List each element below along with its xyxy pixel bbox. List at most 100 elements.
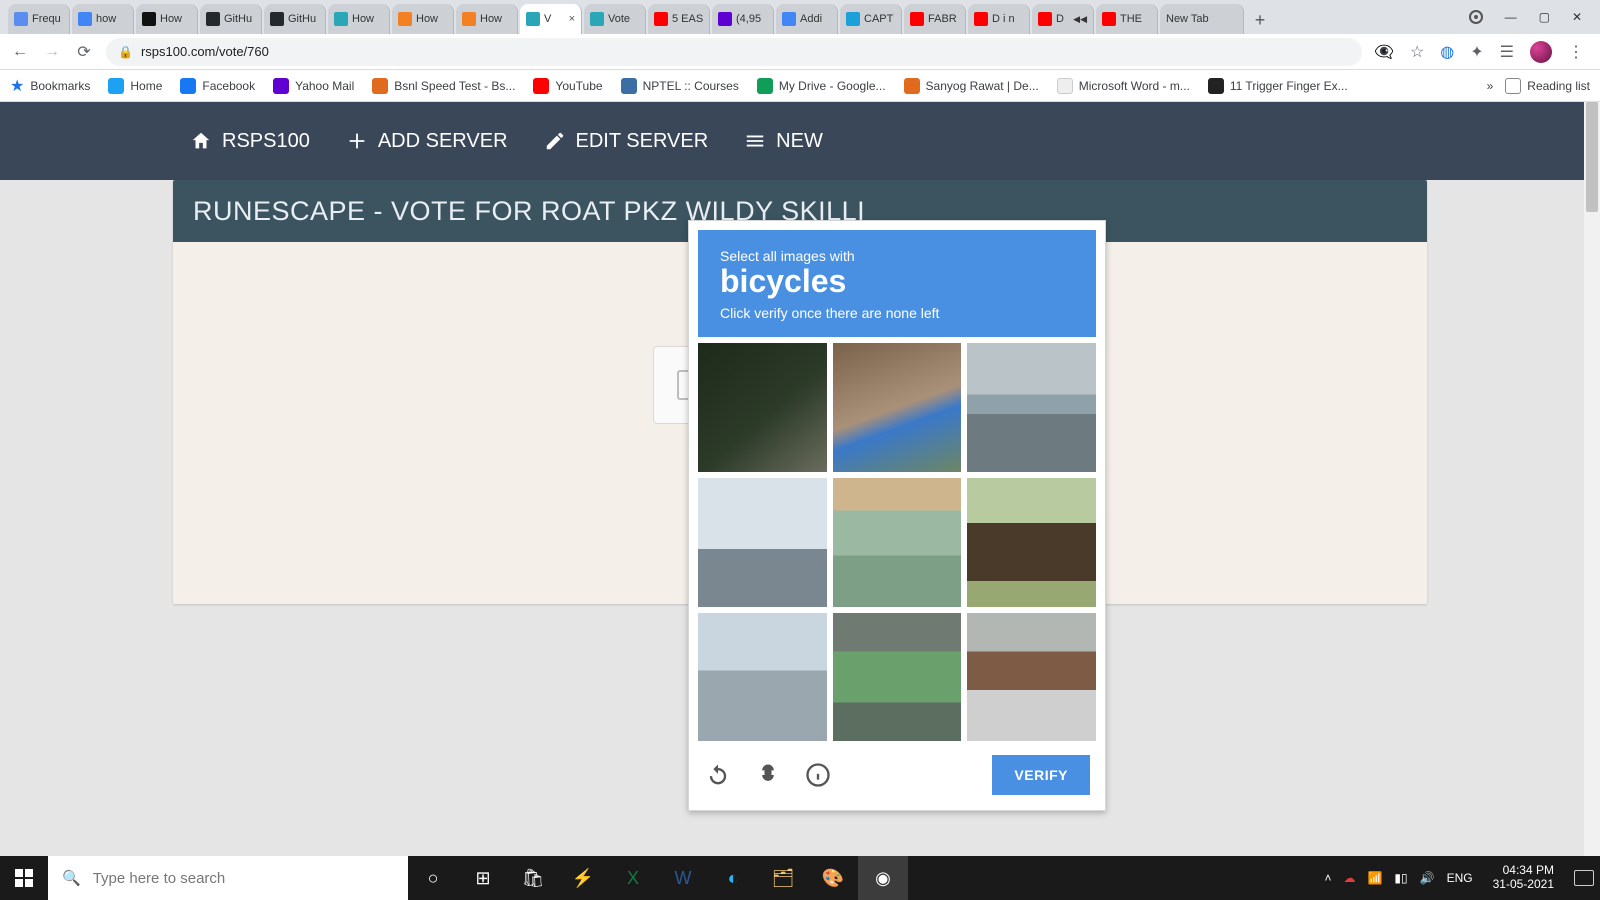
browser-titlebar: Frequ how How GitHu GitHu How How How V×… [0, 0, 1600, 34]
star-bookmark-icon[interactable]: ☆ [1410, 42, 1424, 62]
paint-icon[interactable]: 🎨 [808, 856, 858, 900]
battery-icon[interactable]: ▮▯ [1394, 871, 1407, 885]
bookmarks-overflow-icon[interactable]: » [1487, 79, 1494, 93]
captcha-tile[interactable] [967, 343, 1096, 472]
reading-list-icon [1505, 78, 1521, 94]
onedrive-icon[interactable]: ☁ [1343, 871, 1355, 885]
chrome-icon[interactable]: ◉ [858, 856, 908, 900]
captcha-tile[interactable] [698, 613, 827, 742]
new-tab-button[interactable]: + [1246, 6, 1274, 34]
action-center-icon[interactable] [1574, 870, 1594, 886]
bookmarks-folder[interactable]: ★Bookmarks [10, 76, 90, 96]
audio-icon[interactable] [754, 761, 782, 789]
reading-list-toggle-icon[interactable]: ☰ [1500, 42, 1514, 62]
tab-active[interactable]: V× [520, 4, 582, 34]
tab[interactable]: CAPT [840, 4, 902, 34]
captcha-footer: VERIFY [698, 741, 1096, 801]
chrome-menu-icon[interactable]: ⋮ [1568, 42, 1584, 62]
reload-button[interactable]: ⟳ [74, 42, 94, 62]
tab[interactable]: Vote [584, 4, 646, 34]
tab[interactable]: GitHu [200, 4, 262, 34]
bookmark-item[interactable]: Microsoft Word - m... [1057, 78, 1190, 94]
tab[interactable]: How [456, 4, 518, 34]
bookmark-item[interactable]: Home [108, 78, 162, 94]
window-controls: — ▢ ✕ [1451, 0, 1600, 34]
nav-news[interactable]: NEW [744, 130, 823, 153]
window-close-icon[interactable]: ✕ [1572, 10, 1582, 24]
captcha-tile[interactable] [833, 478, 962, 607]
cortana-icon[interactable]: ○ [408, 856, 458, 900]
nav-home[interactable]: RSPS100 [190, 130, 310, 153]
taskbar-search[interactable]: 🔍 Type here to search [48, 856, 408, 900]
tab[interactable]: New Tab [1160, 4, 1244, 34]
tab[interactable]: THE [1096, 4, 1158, 34]
reading-list-button[interactable]: Reading list [1505, 78, 1590, 94]
tab[interactable]: GitHu [264, 4, 326, 34]
tray-chevron-icon[interactable]: ˄ [1324, 871, 1331, 885]
captcha-tile[interactable] [833, 343, 962, 472]
tab[interactable]: D i n [968, 4, 1030, 34]
bookmark-label: Yahoo Mail [295, 79, 354, 93]
tab[interactable]: (4,95 [712, 4, 774, 34]
cast-icon[interactable] [1469, 10, 1483, 24]
volume-icon[interactable]: 🔊 [1420, 871, 1435, 885]
forward-button[interactable]: → [42, 42, 62, 62]
bookmark-item[interactable]: My Drive - Google... [757, 78, 886, 94]
tab[interactable]: how [72, 4, 134, 34]
captcha-tile[interactable] [833, 613, 962, 742]
language-indicator[interactable]: ENG [1447, 871, 1473, 885]
account-icon[interactable]: ◍ [1440, 42, 1454, 62]
taskbar-clock[interactable]: 04:34 PM 31-05-2021 [1485, 864, 1562, 892]
info-icon[interactable] [804, 761, 832, 789]
bookmark-item[interactable]: 11 Trigger Finger Ex... [1208, 78, 1348, 94]
wifi-icon[interactable]: 📶 [1367, 871, 1382, 885]
profile-avatar[interactable] [1530, 41, 1552, 63]
word-icon[interactable]: W [658, 856, 708, 900]
edge-icon[interactable]: ◐ [708, 856, 758, 900]
address-bar[interactable]: 🔒 rsps100.com/vote/760 [106, 38, 1362, 66]
extensions-icon[interactable]: ✦ [1470, 42, 1483, 62]
tab-favicon [1102, 12, 1116, 26]
captcha-tile[interactable] [698, 478, 827, 607]
star-icon: ★ [10, 76, 24, 96]
nav-add-server[interactable]: ADD SERVER [346, 130, 508, 153]
nav-edit-server[interactable]: EDIT SERVER [544, 130, 709, 153]
captcha-tile[interactable] [967, 613, 1096, 742]
excel-icon[interactable]: X [608, 856, 658, 900]
tab[interactable]: 5 EAS [648, 4, 710, 34]
start-button[interactable] [0, 856, 48, 900]
vertical-scrollbar[interactable] [1584, 102, 1600, 856]
tab[interactable]: Addi [776, 4, 838, 34]
tab[interactable]: D◀◀ [1032, 4, 1094, 34]
tab[interactable]: Frequ [8, 4, 70, 34]
tab-close-icon[interactable]: × [569, 13, 575, 25]
bookmark-item[interactable]: Facebook [180, 78, 255, 94]
scrollbar-thumb[interactable] [1586, 102, 1598, 212]
window-maximize-icon[interactable]: ▢ [1539, 10, 1550, 24]
tab[interactable]: FABR [904, 4, 966, 34]
bookmark-label: Microsoft Word - m... [1079, 79, 1190, 93]
microsoft-store-icon[interactable]: 🛍 [508, 856, 558, 900]
captcha-tile[interactable] [698, 343, 827, 472]
window-minimize-icon[interactable]: — [1505, 10, 1517, 24]
captcha-tile[interactable] [967, 478, 1096, 607]
windows-taskbar: 🔍 Type here to search ○ ⊞ 🛍 ⚡ X W ◐ 🗂 🎨 … [0, 856, 1600, 900]
tab[interactable]: How [136, 4, 198, 34]
verify-button[interactable]: VERIFY [992, 755, 1090, 795]
edit-icon [544, 130, 566, 152]
bookmark-item[interactable]: Bsnl Speed Test - Bs... [372, 78, 515, 94]
task-view-icon[interactable]: ⊞ [458, 856, 508, 900]
reload-icon[interactable] [704, 761, 732, 789]
bookmark-item[interactable]: Sanyog Rawat | De... [904, 78, 1039, 94]
bookmark-item[interactable]: NPTEL :: Courses [621, 78, 739, 94]
tab-favicon [334, 12, 348, 26]
incognito-eye-icon[interactable]: 👁‍🗨 [1374, 42, 1394, 62]
tab[interactable]: How [392, 4, 454, 34]
file-explorer-icon[interactable]: 🗂 [758, 856, 808, 900]
browser-toolbar: ← → ⟳ 🔒 rsps100.com/vote/760 👁‍🗨 ☆ ◍ ✦ ☰… [0, 34, 1600, 70]
back-button[interactable]: ← [10, 42, 30, 62]
bookmark-item[interactable]: Yahoo Mail [273, 78, 354, 94]
tab[interactable]: How [328, 4, 390, 34]
bookmark-item[interactable]: YouTube [533, 78, 602, 94]
app-icon[interactable]: ⚡ [558, 856, 608, 900]
